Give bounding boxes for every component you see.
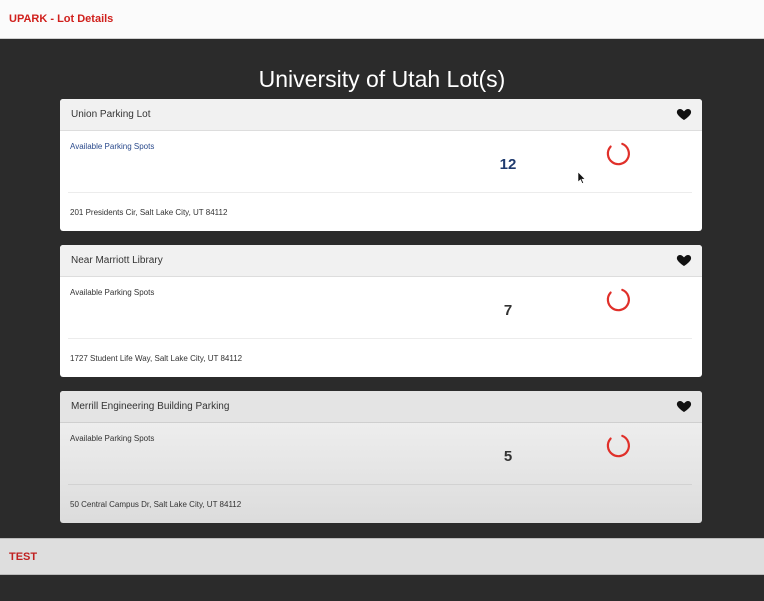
- lot-card: Near Marriott Library Available Parking …: [60, 245, 702, 377]
- available-spots-count: 12: [499, 156, 517, 173]
- available-spots-label: Available Parking Spots: [70, 288, 155, 297]
- footer-label[interactable]: TEST: [9, 551, 37, 563]
- page-title: University of Utah Lot(s): [258, 66, 506, 92]
- loading-spinner-icon: [606, 142, 630, 166]
- app-title: UPARK - Lot Details: [9, 13, 114, 25]
- mouse-pointer-icon: [578, 172, 586, 184]
- lot-card: Union Parking Lot Available Parking Spot…: [60, 99, 702, 231]
- lot-card-header[interactable]: Merrill Engineering Building Parking: [60, 391, 702, 423]
- lot-card-header[interactable]: Near Marriott Library: [60, 245, 702, 277]
- divider: [68, 484, 692, 485]
- heart-icon[interactable]: [676, 252, 692, 268]
- lot-card-header[interactable]: Union Parking Lot: [60, 99, 702, 131]
- top-bar: UPARK - Lot Details: [0, 0, 764, 39]
- lot-name: Near Marriott Library: [71, 255, 163, 266]
- heart-icon[interactable]: [676, 106, 692, 122]
- footer-bar: TEST: [0, 538, 764, 575]
- lot-name: Merrill Engineering Building Parking: [71, 401, 230, 412]
- heart-icon[interactable]: [676, 398, 692, 414]
- available-spots-count: 7: [503, 302, 513, 319]
- divider: [68, 192, 692, 193]
- loading-spinner-icon: [606, 288, 630, 312]
- lot-address: 1727 Student Life Way, Salt Lake City, U…: [70, 354, 243, 363]
- available-spots-count: 5: [503, 448, 513, 465]
- lot-card: Merrill Engineering Building Parking Ava…: [60, 391, 702, 523]
- available-spots-label: Available Parking Spots: [70, 142, 155, 151]
- loading-spinner-icon: [606, 434, 630, 458]
- divider: [68, 338, 692, 339]
- available-spots-label: Available Parking Spots: [70, 434, 155, 443]
- lot-name: Union Parking Lot: [71, 109, 151, 120]
- lot-address: 201 Presidents Cir, Salt Lake City, UT 8…: [70, 208, 228, 217]
- lot-address: 50 Central Campus Dr, Salt Lake City, UT…: [70, 500, 242, 509]
